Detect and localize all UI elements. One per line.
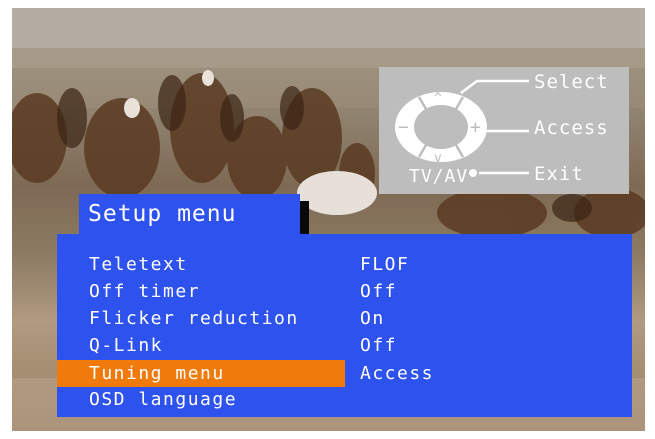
down-arrow-icon: v xyxy=(434,151,442,166)
menu-item-label: Q-Link xyxy=(89,335,164,356)
menu-row-osd-language[interactable]: OSD language xyxy=(57,386,632,413)
menu-item-value: Off xyxy=(360,281,398,302)
tv-screen: ^ v − + Select Access Exit TV/AV Setup m… xyxy=(12,8,645,431)
menu-item-label: Off timer xyxy=(89,281,201,302)
up-arrow-icon: ^ xyxy=(434,91,442,106)
tvav-label: TV/AV xyxy=(409,166,469,187)
remote-control-help-panel: ^ v − + Select Access Exit TV/AV xyxy=(379,67,629,194)
menu-item-value: FLOF xyxy=(360,254,410,275)
menu-title-tab: Setup menu xyxy=(79,194,300,235)
menu-item-label: Teletext xyxy=(89,254,188,275)
menu-title: Setup menu xyxy=(88,201,237,227)
exit-label: Exit xyxy=(534,163,584,185)
menu-row-flicker-reduction[interactable]: Flicker reduction On xyxy=(57,305,632,332)
setup-menu-panel: Teletext FLOF Off timer Off Flicker redu… xyxy=(57,234,632,417)
select-label: Select xyxy=(534,71,609,93)
plus-icon: + xyxy=(470,117,481,138)
menu-row-off-timer[interactable]: Off timer Off xyxy=(57,278,632,305)
menu-item-label: OSD language xyxy=(89,389,238,410)
menu-item-value: Access xyxy=(360,363,435,384)
menu-row-teletext[interactable]: Teletext FLOF xyxy=(57,251,632,278)
menu-item-label: Tuning menu xyxy=(89,363,225,384)
menu-row-q-link[interactable]: Q-Link Off xyxy=(57,332,632,359)
menu-row-tuning-menu[interactable]: Tuning menu Access xyxy=(57,360,632,387)
menu-item-value: Off xyxy=(360,335,398,356)
menu-item-value: On xyxy=(360,308,385,329)
minus-icon: − xyxy=(398,117,409,138)
access-label: Access xyxy=(534,117,609,139)
menu-item-label: Flicker reduction xyxy=(89,308,299,329)
